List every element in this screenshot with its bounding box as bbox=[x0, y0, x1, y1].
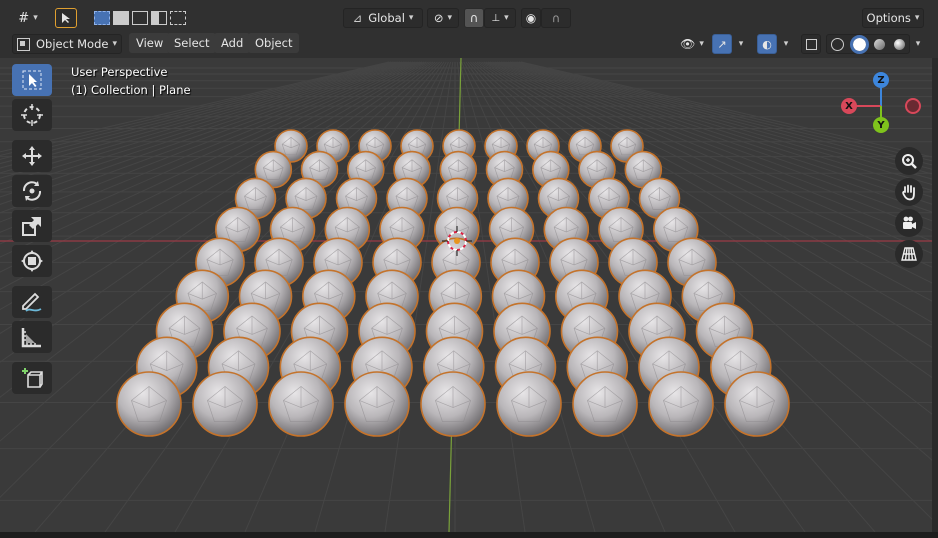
wireframe-shading-icon[interactable] bbox=[831, 37, 845, 51]
zoom-icon bbox=[902, 154, 917, 169]
3d-viewport[interactable]: User Perspective (1) Collection | Plane … bbox=[0, 58, 938, 532]
gizmo-x-axis[interactable]: X bbox=[841, 98, 857, 114]
snap-toggle[interactable]: ∩ bbox=[464, 8, 484, 28]
xray-toggle[interactable] bbox=[801, 34, 821, 54]
shading-mode-group bbox=[826, 34, 910, 54]
viewport-header: Object Mode ▾ View Select Add Object 👁 ▾ … bbox=[0, 30, 938, 56]
scale-icon bbox=[22, 217, 41, 236]
menu-view[interactable]: View bbox=[129, 33, 171, 53]
pivot-icon: ⊘ bbox=[433, 11, 444, 25]
move-icon bbox=[22, 146, 42, 166]
perspective-label: User Perspective bbox=[71, 65, 168, 79]
cursor-target-icon bbox=[21, 104, 43, 126]
visibility-dropdown[interactable]: 👁 ▾ bbox=[676, 34, 708, 54]
snap-increment-icon: ⊥ bbox=[491, 12, 501, 24]
select-new-icon[interactable] bbox=[94, 11, 111, 25]
transform-orientation-label: Global bbox=[368, 11, 405, 25]
annotate-pencil-icon bbox=[22, 292, 42, 312]
tool-header: # ▾ ⊿ Global ▾ ⊘ ▾ ∩ ⊥ ▾ ◉ ∩ Options ▾ bbox=[0, 4, 938, 30]
transform-orientation-dropdown[interactable]: ⊿ Global ▾ bbox=[343, 8, 423, 28]
chevron-down-icon: ▾ bbox=[408, 13, 414, 23]
material-shading-icon[interactable] bbox=[874, 38, 886, 50]
pivot-point-dropdown[interactable]: ⊘ ▾ bbox=[427, 8, 459, 28]
collection-label: (1) Collection | Plane bbox=[71, 83, 191, 97]
gizmo-dropdown[interactable]: ▾ bbox=[733, 34, 749, 54]
options-dropdown[interactable]: Options ▾ bbox=[862, 8, 924, 28]
shading-dropdown[interactable]: ▾ bbox=[910, 34, 926, 54]
tool-cursor[interactable] bbox=[12, 99, 52, 131]
orientation-icon: ⊿ bbox=[352, 11, 363, 25]
menu-object[interactable]: Object bbox=[248, 33, 300, 53]
xray-icon bbox=[805, 38, 817, 50]
gizmo-neg-x-axis[interactable] bbox=[905, 98, 921, 114]
falloff-dropdown[interactable]: ∩ bbox=[541, 8, 571, 28]
tool-scale[interactable] bbox=[12, 210, 52, 242]
overlays-toggle[interactable]: ◐ bbox=[757, 34, 777, 54]
chevron-down-icon: ▾ bbox=[112, 39, 117, 49]
grid-editor-icon: # bbox=[18, 10, 30, 26]
ortho-toggle-button[interactable] bbox=[895, 240, 923, 268]
mode-dropdown[interactable]: Object Mode ▾ bbox=[12, 34, 122, 54]
gizmo-icon: ↗ bbox=[717, 37, 727, 51]
overlays-icon: ◐ bbox=[762, 37, 772, 51]
rendered-shading-icon[interactable] bbox=[893, 38, 905, 50]
tool-measure[interactable] bbox=[12, 321, 52, 353]
falloff-curve-icon: ∩ bbox=[551, 11, 561, 25]
chevron-down-icon: ▾ bbox=[699, 39, 704, 49]
bottom-edge bbox=[0, 532, 938, 538]
gizmo-z-axis[interactable]: Z bbox=[873, 72, 889, 88]
tool-add-cube[interactable] bbox=[12, 362, 52, 394]
tool-annotate[interactable] bbox=[12, 286, 52, 318]
proportional-edit-icon: ◉ bbox=[525, 11, 537, 25]
options-label: Options bbox=[866, 11, 911, 25]
object-mode-icon bbox=[17, 37, 30, 51]
select-extend-icon[interactable] bbox=[113, 11, 130, 25]
tool-rotate[interactable] bbox=[12, 175, 52, 207]
chevron-down-icon: ▾ bbox=[783, 39, 789, 49]
chevron-down-icon: ▾ bbox=[504, 13, 509, 23]
menu-select[interactable]: Select bbox=[167, 33, 217, 53]
select-invert-icon[interactable] bbox=[150, 11, 167, 25]
select-box-icon bbox=[22, 70, 42, 90]
chevron-down-icon: ▾ bbox=[447, 13, 453, 23]
gizmo-toggle[interactable]: ↗ bbox=[712, 34, 732, 54]
grid-view-icon bbox=[901, 247, 917, 261]
select-intersect-icon[interactable] bbox=[169, 11, 186, 25]
proportional-edit-toggle[interactable]: ◉ bbox=[521, 8, 541, 28]
camera-view-button[interactable] bbox=[895, 209, 923, 237]
chevron-down-icon: ▾ bbox=[914, 13, 920, 23]
tool-transform[interactable] bbox=[12, 245, 52, 277]
selection-mode-group bbox=[92, 8, 188, 28]
transform-icon bbox=[21, 250, 43, 272]
overlays-dropdown[interactable]: ▾ bbox=[778, 34, 794, 54]
camera-icon bbox=[903, 216, 916, 229]
select-tool-button[interactable] bbox=[55, 8, 77, 28]
navigation-gizmo[interactable]: Z X Y bbox=[836, 66, 926, 142]
zoom-button[interactable] bbox=[895, 147, 923, 175]
add-cube-icon bbox=[22, 368, 43, 388]
gizmo-y-axis[interactable]: Y bbox=[873, 117, 889, 133]
rotate-icon bbox=[22, 181, 42, 201]
solid-shading-icon[interactable] bbox=[849, 34, 869, 54]
menu-add[interactable]: Add bbox=[214, 33, 251, 53]
measure-ruler-icon bbox=[21, 328, 41, 348]
tool-move[interactable] bbox=[12, 140, 52, 172]
chevron-down-icon: ▾ bbox=[738, 39, 744, 49]
sidebar-edge[interactable] bbox=[932, 58, 938, 532]
snap-target-dropdown[interactable]: ⊥ ▾ bbox=[484, 8, 516, 28]
cursor-icon bbox=[62, 13, 70, 23]
sphere-array bbox=[116, 129, 790, 437]
chevron-down-icon: ▾ bbox=[33, 13, 38, 23]
eye-icon: 👁 bbox=[680, 37, 696, 51]
editor-type-button[interactable]: # ▾ bbox=[12, 8, 44, 28]
viewport-scene bbox=[0, 58, 938, 532]
pan-button[interactable] bbox=[895, 178, 923, 206]
select-subtract-icon[interactable] bbox=[131, 11, 148, 25]
tool-select-box[interactable] bbox=[12, 64, 52, 96]
mode-label: Object Mode bbox=[36, 37, 109, 51]
magnet-icon: ∩ bbox=[469, 11, 479, 25]
chevron-down-icon: ▾ bbox=[915, 39, 921, 49]
hand-icon bbox=[902, 184, 915, 201]
